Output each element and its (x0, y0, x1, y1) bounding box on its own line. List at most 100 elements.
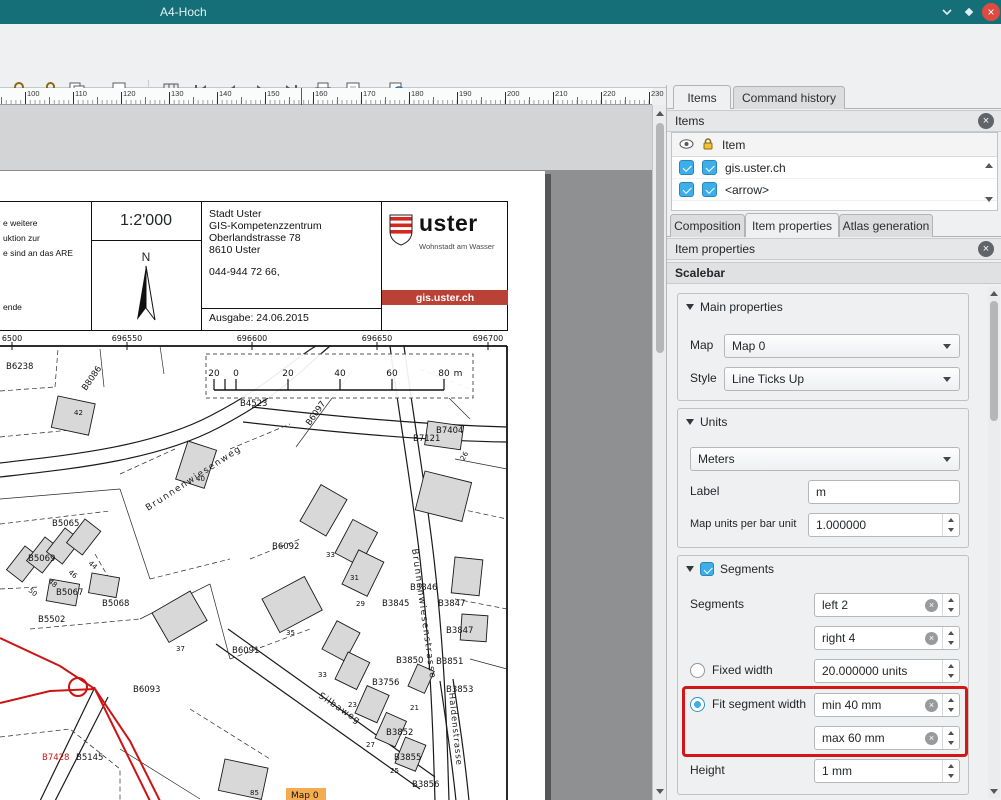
map-feature-label: 25 (390, 767, 399, 775)
item-visible-checkbox[interactable] (679, 160, 694, 175)
tab-items[interactable]: Items (673, 85, 731, 109)
scalebar-item[interactable]: 20020406080m (206, 354, 473, 398)
group-title: Segments (720, 562, 774, 576)
canvas-vscrollbar[interactable] (652, 105, 666, 800)
ruler-tick-label: 160 (315, 89, 328, 98)
scroll-down-icon[interactable] (990, 789, 998, 794)
label-input[interactable]: m (808, 480, 960, 504)
item-type-label: Scalebar (675, 266, 725, 280)
map-feature-label: B5068 (102, 599, 129, 609)
map-units-per-bar-spinbox[interactable]: 1.000000 (808, 513, 960, 537)
style-combobox[interactable]: Line Ticks Up (724, 367, 960, 391)
scroll-down-icon[interactable] (656, 789, 664, 794)
properties-scrollbar-thumb[interactable] (990, 301, 998, 421)
map-feature-label: 37 (176, 645, 185, 653)
items-scroll-down-icon[interactable] (985, 197, 993, 202)
item-visible-checkbox[interactable] (679, 182, 694, 197)
window-title: A4-Hoch (160, 5, 207, 19)
properties-scroll-area: Main properties Map Map 0 Style Line Tic… (667, 285, 1001, 800)
segments-left-spinbox[interactable]: left 2 (814, 593, 960, 617)
tab-atlas-generation[interactable]: Atlas generation (839, 214, 933, 237)
map-feature-label: B4523 (240, 399, 267, 409)
style-label: Style (690, 371, 717, 385)
scroll-up-icon[interactable] (990, 291, 998, 296)
items-panel-close-icon[interactable] (978, 113, 994, 129)
tab-command-history[interactable]: Command history (733, 86, 845, 109)
canvas-vscrollbar-thumb[interactable] (656, 123, 664, 353)
clear-icon[interactable] (925, 632, 938, 645)
spinbox-arrows[interactable] (942, 594, 959, 616)
map-scale-text: 1:2'000 (91, 212, 201, 230)
map-feature-label: B6091 (232, 646, 259, 656)
map-feature-label: B3851 (436, 657, 463, 667)
map-feature-label: B8086 (80, 364, 104, 392)
lock-column-icon (702, 137, 714, 153)
height-spinbox[interactable]: 1 mm (814, 759, 960, 783)
tab-command-history-label: Command history (742, 91, 836, 105)
group-title: Main properties (700, 300, 783, 314)
header-left-text: e weitere (3, 218, 38, 228)
style-combobox-value: Line Ticks Up (732, 372, 804, 386)
map-feature-label: B7428 (42, 753, 69, 763)
fixed-width-label: Fixed width (712, 663, 773, 677)
tab-atlas-generation-label: Atlas generation (843, 219, 930, 233)
tab-item-properties[interactable]: Item properties (745, 213, 839, 237)
map-feature-label: B5065 (52, 519, 79, 529)
fixed-width-radio[interactable] (690, 663, 705, 678)
items-scroll-up-icon[interactable] (985, 163, 993, 168)
issue-date: Ausgabe: 24.06.2015 (209, 312, 309, 324)
map-item-label-layer: Map 0 (291, 791, 319, 800)
fixed-width-spinbox[interactable]: 20.000000 units (814, 659, 960, 683)
item-lock-checkbox[interactable] (702, 160, 717, 175)
segments-right-spinbox[interactable]: right 4 (814, 626, 960, 650)
collapse-icon[interactable] (686, 419, 694, 425)
page-map[interactable]: 6500696550696600696650696700 B6238B8086B… (0, 329, 545, 800)
titlebar-maximize-icon[interactable] (960, 3, 978, 21)
clear-icon[interactable] (925, 599, 938, 612)
phone-line: 044-944 72 66, (209, 266, 280, 278)
collapse-icon[interactable] (686, 566, 694, 572)
composer-canvas[interactable]: e weitere uktion zur e sind an das ARE e… (0, 105, 652, 800)
map-coordinate-label: 696650 (362, 334, 393, 343)
item-label: <arrow> (725, 183, 769, 197)
page: e weitere uktion zur e sind an das ARE e… (0, 170, 545, 800)
map-feature-label: B6093 (133, 685, 160, 695)
properties-scrollbar[interactable] (988, 287, 1000, 798)
spinbox-arrows[interactable] (942, 514, 959, 536)
segments-group-checkbox[interactable] (700, 562, 714, 576)
items-tree: Item gis.uster.ch <arrow> (671, 132, 998, 211)
titlebar-close-button[interactable] (982, 3, 1000, 21)
scroll-up-icon[interactable] (656, 111, 664, 116)
scalebar-label: 60 (386, 369, 398, 379)
item-row[interactable]: <arrow> (672, 179, 997, 201)
ruler-tick-label: 130 (171, 89, 184, 98)
item-properties-close-icon[interactable] (978, 241, 994, 257)
tab-composition[interactable]: Composition (670, 214, 745, 237)
map-units-per-bar-label: Map units per bar unit (690, 518, 796, 530)
map-feature-label: B3855 (394, 753, 421, 763)
window-titlebar: A4-Hoch (0, 0, 1001, 24)
spinbox-arrows[interactable] (942, 627, 959, 649)
item-lock-checkbox[interactable] (702, 182, 717, 197)
item-properties-title: Item properties (675, 242, 755, 256)
spinbox-arrows[interactable] (942, 760, 959, 782)
units-combobox-value: Meters (698, 452, 735, 466)
spinbox-arrows[interactable] (942, 660, 959, 682)
north-label: N (91, 250, 201, 264)
map-coordinate-label: 696700 (473, 334, 504, 343)
map-feature-label: 42 (74, 409, 83, 417)
tab-items-label: Items (687, 91, 716, 105)
collapse-icon[interactable] (686, 304, 694, 310)
titlebar-shade-icon[interactable] (938, 3, 956, 21)
units-combobox[interactable]: Meters (690, 447, 960, 471)
map-feature-label: 46 (67, 568, 79, 580)
map-header-table: e weitere uktion zur e sind an das ARE e… (0, 201, 508, 331)
spinbox-value: right 4 (822, 631, 855, 645)
tab-composition-label: Composition (674, 219, 741, 233)
group-title: Units (700, 415, 727, 429)
item-row[interactable]: gis.uster.ch (672, 157, 997, 179)
map-combobox[interactable]: Map 0 (724, 334, 960, 358)
map-feature-label: 33 (318, 671, 327, 679)
scalebar-label: 80 (438, 369, 450, 379)
item-column-header: Item (722, 138, 745, 152)
